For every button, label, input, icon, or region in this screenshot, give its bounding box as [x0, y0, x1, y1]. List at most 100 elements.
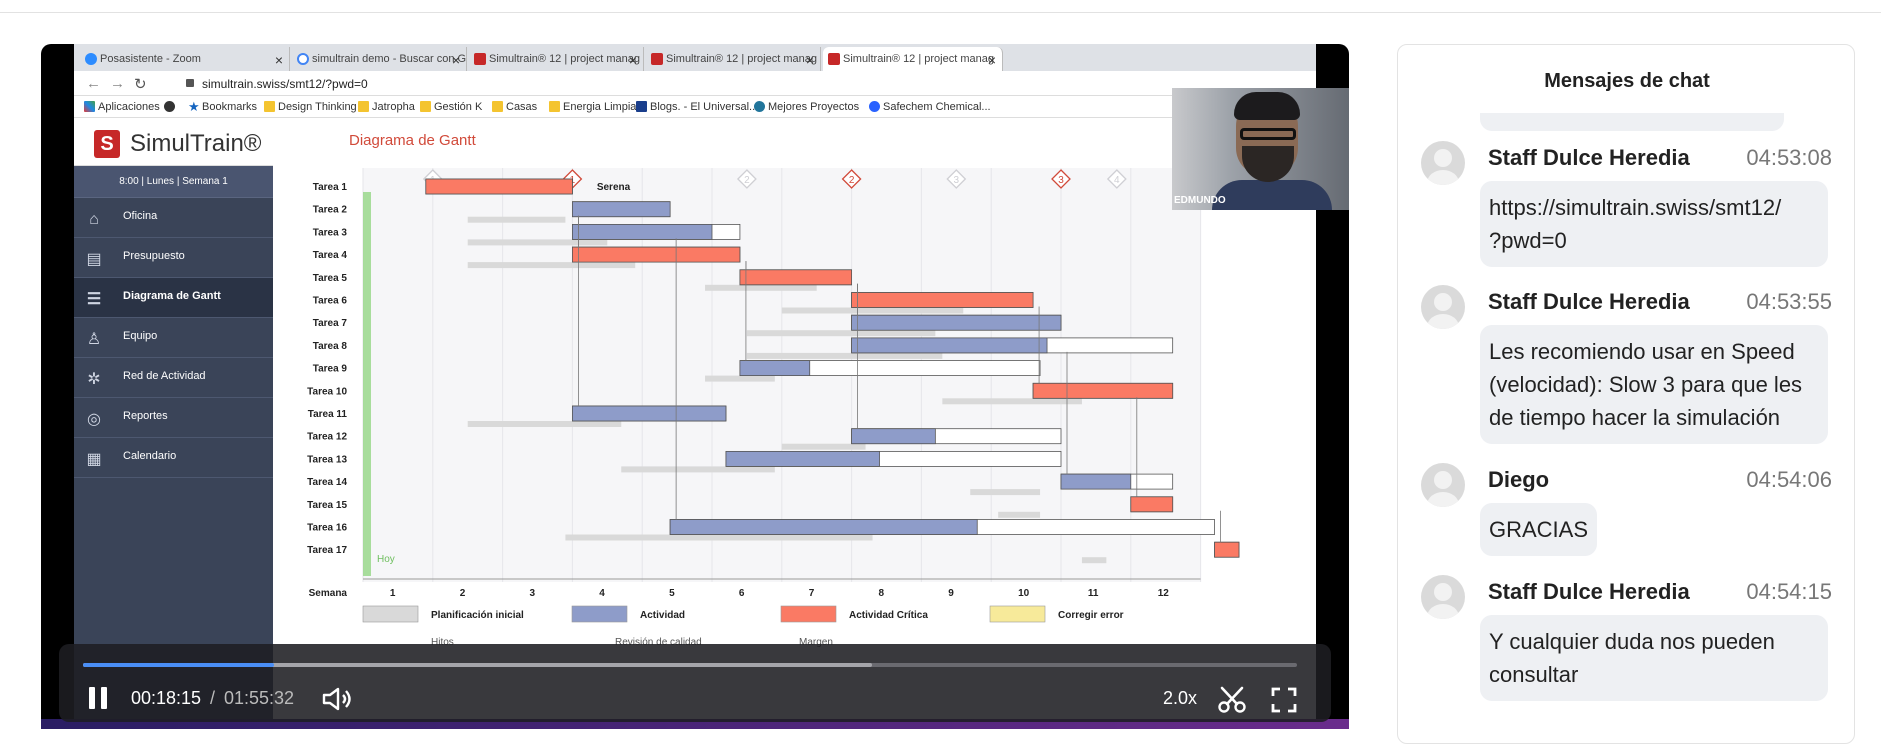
- message-text[interactable]: https://simultrain.swiss/smt12/ ?pwd=0: [1480, 181, 1828, 267]
- seek-bar[interactable]: [83, 663, 1297, 667]
- bookmark-item[interactable]: ★ Bookmarks: [188, 99, 257, 114]
- week-tick-label: 1: [390, 588, 396, 599]
- week-tick-label: 10: [1018, 588, 1030, 599]
- simulation-status: 8:00 | Lunes | Semana 1: [74, 166, 273, 198]
- webcam-person-glasses: [1240, 128, 1296, 140]
- week-tick-label: 4: [599, 588, 605, 599]
- calendar-icon: ▦: [86, 451, 102, 468]
- browser-tab[interactable]: Simultrain® 12 | project manag ×: [469, 47, 644, 71]
- close-icon[interactable]: ×: [988, 52, 996, 68]
- message-time: 04:54:15: [1746, 579, 1832, 604]
- bookmark-item[interactable]: Gestión K: [420, 101, 482, 113]
- legend-label: Actividad: [640, 610, 685, 621]
- planned-bar: [781, 443, 866, 450]
- avatar: [1421, 463, 1465, 507]
- browser-tab[interactable]: Simultrain® 12 | project manag ×: [646, 47, 821, 71]
- home-icon: ⌂: [89, 211, 99, 228]
- sidebar-item-label: Reportes: [123, 410, 168, 422]
- bookmark-item[interactable]: Blogs. - El Universal...: [636, 101, 758, 113]
- task-bar: [851, 428, 936, 445]
- sidebar-item-calendario[interactable]: ▦ Calendario: [74, 438, 273, 478]
- task-label: Tarea 14: [307, 477, 347, 488]
- browser-tab-active[interactable]: Simultrain® 12 | project manag ×: [823, 47, 1003, 71]
- flag-icon: [636, 101, 647, 112]
- sidebar-item-equipo[interactable]: ♙ Equipo: [74, 318, 273, 358]
- bookmark-apps[interactable]: Aplicaciones: [84, 101, 160, 113]
- browser-tab[interactable]: Posasistente - Zoom ×: [80, 47, 290, 71]
- bookmark-item[interactable]: Casas: [492, 101, 537, 113]
- gantt-panel: Diagrama de Gantt Hoy11223344Tarea 1Tare…: [273, 118, 1316, 729]
- simultrain-icon: [651, 53, 663, 65]
- address-bar: ← → ↻ simultrain.swiss/smt12/?pwd=0: [74, 71, 1316, 96]
- week-tick-label: 9: [948, 588, 954, 599]
- wordpress-icon: [754, 101, 765, 112]
- bookmark-label: Casas: [506, 101, 538, 113]
- legend-swatch: [989, 605, 1046, 623]
- sidebar-item-label: Presupuesto: [123, 250, 185, 262]
- gantt-chart[interactable]: Hoy11223344Tarea 1Tarea 2Tarea 3Tarea 4T…: [273, 118, 1316, 729]
- task-bar: [851, 314, 1062, 331]
- app-sidebar: S SimulTrain® 8:00 | Lunes | Semana 1 ⌂ O…: [74, 118, 273, 729]
- planned-bar: [467, 216, 566, 223]
- folder-icon: [420, 101, 431, 112]
- scissors-icon[interactable]: [1217, 686, 1247, 714]
- chat-message-previous: [1480, 113, 1784, 131]
- bookmark-item[interactable]: Mejores Proyectos: [754, 101, 859, 113]
- pause-button[interactable]: [87, 685, 109, 711]
- sidebar-item-reportes[interactable]: ◎ Reportes: [74, 398, 273, 438]
- milestone-label: 2: [849, 175, 855, 186]
- task-label: Tarea 2: [313, 205, 348, 216]
- simultrain-logo: S SimulTrain®: [74, 118, 273, 166]
- sidebar-item-red-de-actividad[interactable]: ✲ Red de Actividad: [74, 358, 273, 398]
- bookmark-item[interactable]: Energia Limpia: [549, 101, 636, 113]
- bookmark-label: Design Thinking: [278, 101, 357, 113]
- sidebar-item-diagrama-de-gantt[interactable]: ☰ Diagrama de Gantt: [74, 278, 273, 318]
- planned-bar: [781, 307, 964, 314]
- milestone-label: 4: [1114, 175, 1120, 186]
- sidebar-item-label: Calendario: [123, 450, 177, 462]
- simultrain-icon: [828, 53, 840, 65]
- close-icon[interactable]: ×: [806, 52, 814, 68]
- sidebar-item-label: Equipo: [123, 330, 158, 342]
- planned-bar: [746, 330, 936, 337]
- sidebar-item-presupuesto[interactable]: ▤ Presupuesto: [74, 238, 273, 278]
- url-field[interactable]: simultrain.swiss/smt12/?pwd=0: [202, 77, 368, 91]
- fullscreen-icon[interactable]: [1270, 686, 1298, 714]
- bookmark-item[interactable]: Design Thinking: [264, 101, 357, 113]
- forward-icon[interactable]: →: [110, 75, 125, 92]
- task-bar: [571, 201, 671, 218]
- avatar: [1421, 141, 1465, 185]
- bookmark-item[interactable]: Jatropha: [358, 101, 415, 113]
- today-marker: [363, 192, 371, 576]
- bookmark-item[interactable]: Safechem Chemical...: [869, 101, 991, 113]
- duration: 01:55:32: [224, 688, 295, 708]
- simultrain-logo-mark: S: [94, 130, 120, 158]
- back-icon[interactable]: ←: [86, 75, 101, 92]
- bookmark-label: Gestión K: [434, 101, 483, 113]
- week-axis-label: Semana: [309, 588, 348, 599]
- volume-icon[interactable]: [321, 686, 355, 712]
- task-label: Tarea 3: [313, 227, 348, 238]
- video-player[interactable]: Posasistente - Zoom × simultrain demo - …: [41, 44, 1349, 729]
- critical-task-bar: [851, 292, 1034, 308]
- lock-icon: [186, 79, 194, 87]
- close-icon[interactable]: ×: [452, 52, 460, 68]
- sidebar-item-oficina[interactable]: ⌂ Oficina: [74, 198, 273, 238]
- task-label: Tarea 17: [307, 545, 347, 556]
- week-tick-label: 12: [1158, 588, 1170, 599]
- webcam-person-body: [1212, 180, 1332, 210]
- close-icon[interactable]: ×: [629, 52, 637, 68]
- molecule-icon: [869, 101, 880, 112]
- task-label: Tarea 9: [313, 364, 348, 375]
- apps-grid-icon: [84, 101, 95, 112]
- task-bar: [851, 337, 1048, 354]
- webcam-video: EDMUNDO: [1172, 88, 1349, 210]
- critical-task-bar: [571, 246, 741, 263]
- played-progress: [83, 663, 274, 667]
- planned-bar: [467, 239, 608, 246]
- browser-tab[interactable]: simultrain demo - Buscar con G ×: [292, 47, 467, 71]
- playback-speed-button[interactable]: 2.0x: [1163, 688, 1197, 709]
- pause-icon-bar: [89, 687, 95, 709]
- close-icon[interactable]: ×: [275, 52, 283, 68]
- reload-icon[interactable]: ↻: [134, 75, 147, 93]
